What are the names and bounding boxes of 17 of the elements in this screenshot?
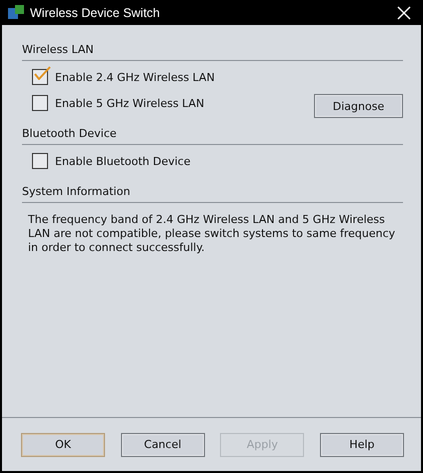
diagnose-button[interactable]: Diagnose [314, 94, 403, 118]
app-icon [8, 4, 24, 20]
info-text: The frequency band of 2.4 GHz Wireless LAN and 5 GHz Wireless LAN are not compatible, please switch systems to same frequency in order to connect successfully. [28, 213, 396, 255]
checkbox-label: Enable 2.4 GHz Wireless LAN [55, 70, 215, 84]
checkbox-label: Enable 5 GHz Wireless LAN [55, 96, 204, 110]
dialog-button[interactable]: Cancel [120, 432, 205, 456]
section-title: Wireless LAN [22, 43, 94, 56]
checkbox[interactable] [32, 69, 48, 85]
section-title: Bluetooth Device [22, 127, 117, 140]
checkbox[interactable] [32, 153, 48, 169]
checkbox[interactable] [32, 95, 48, 111]
dialog-button[interactable]: OK [21, 432, 105, 456]
close-icon[interactable] [397, 6, 411, 20]
window-title: Wireless Device Switch [30, 6, 161, 20]
dialog-button[interactable]: Help [320, 432, 404, 456]
section-title: System Information [22, 185, 130, 198]
checkbox-label: Enable Bluetooth Device [55, 154, 190, 168]
